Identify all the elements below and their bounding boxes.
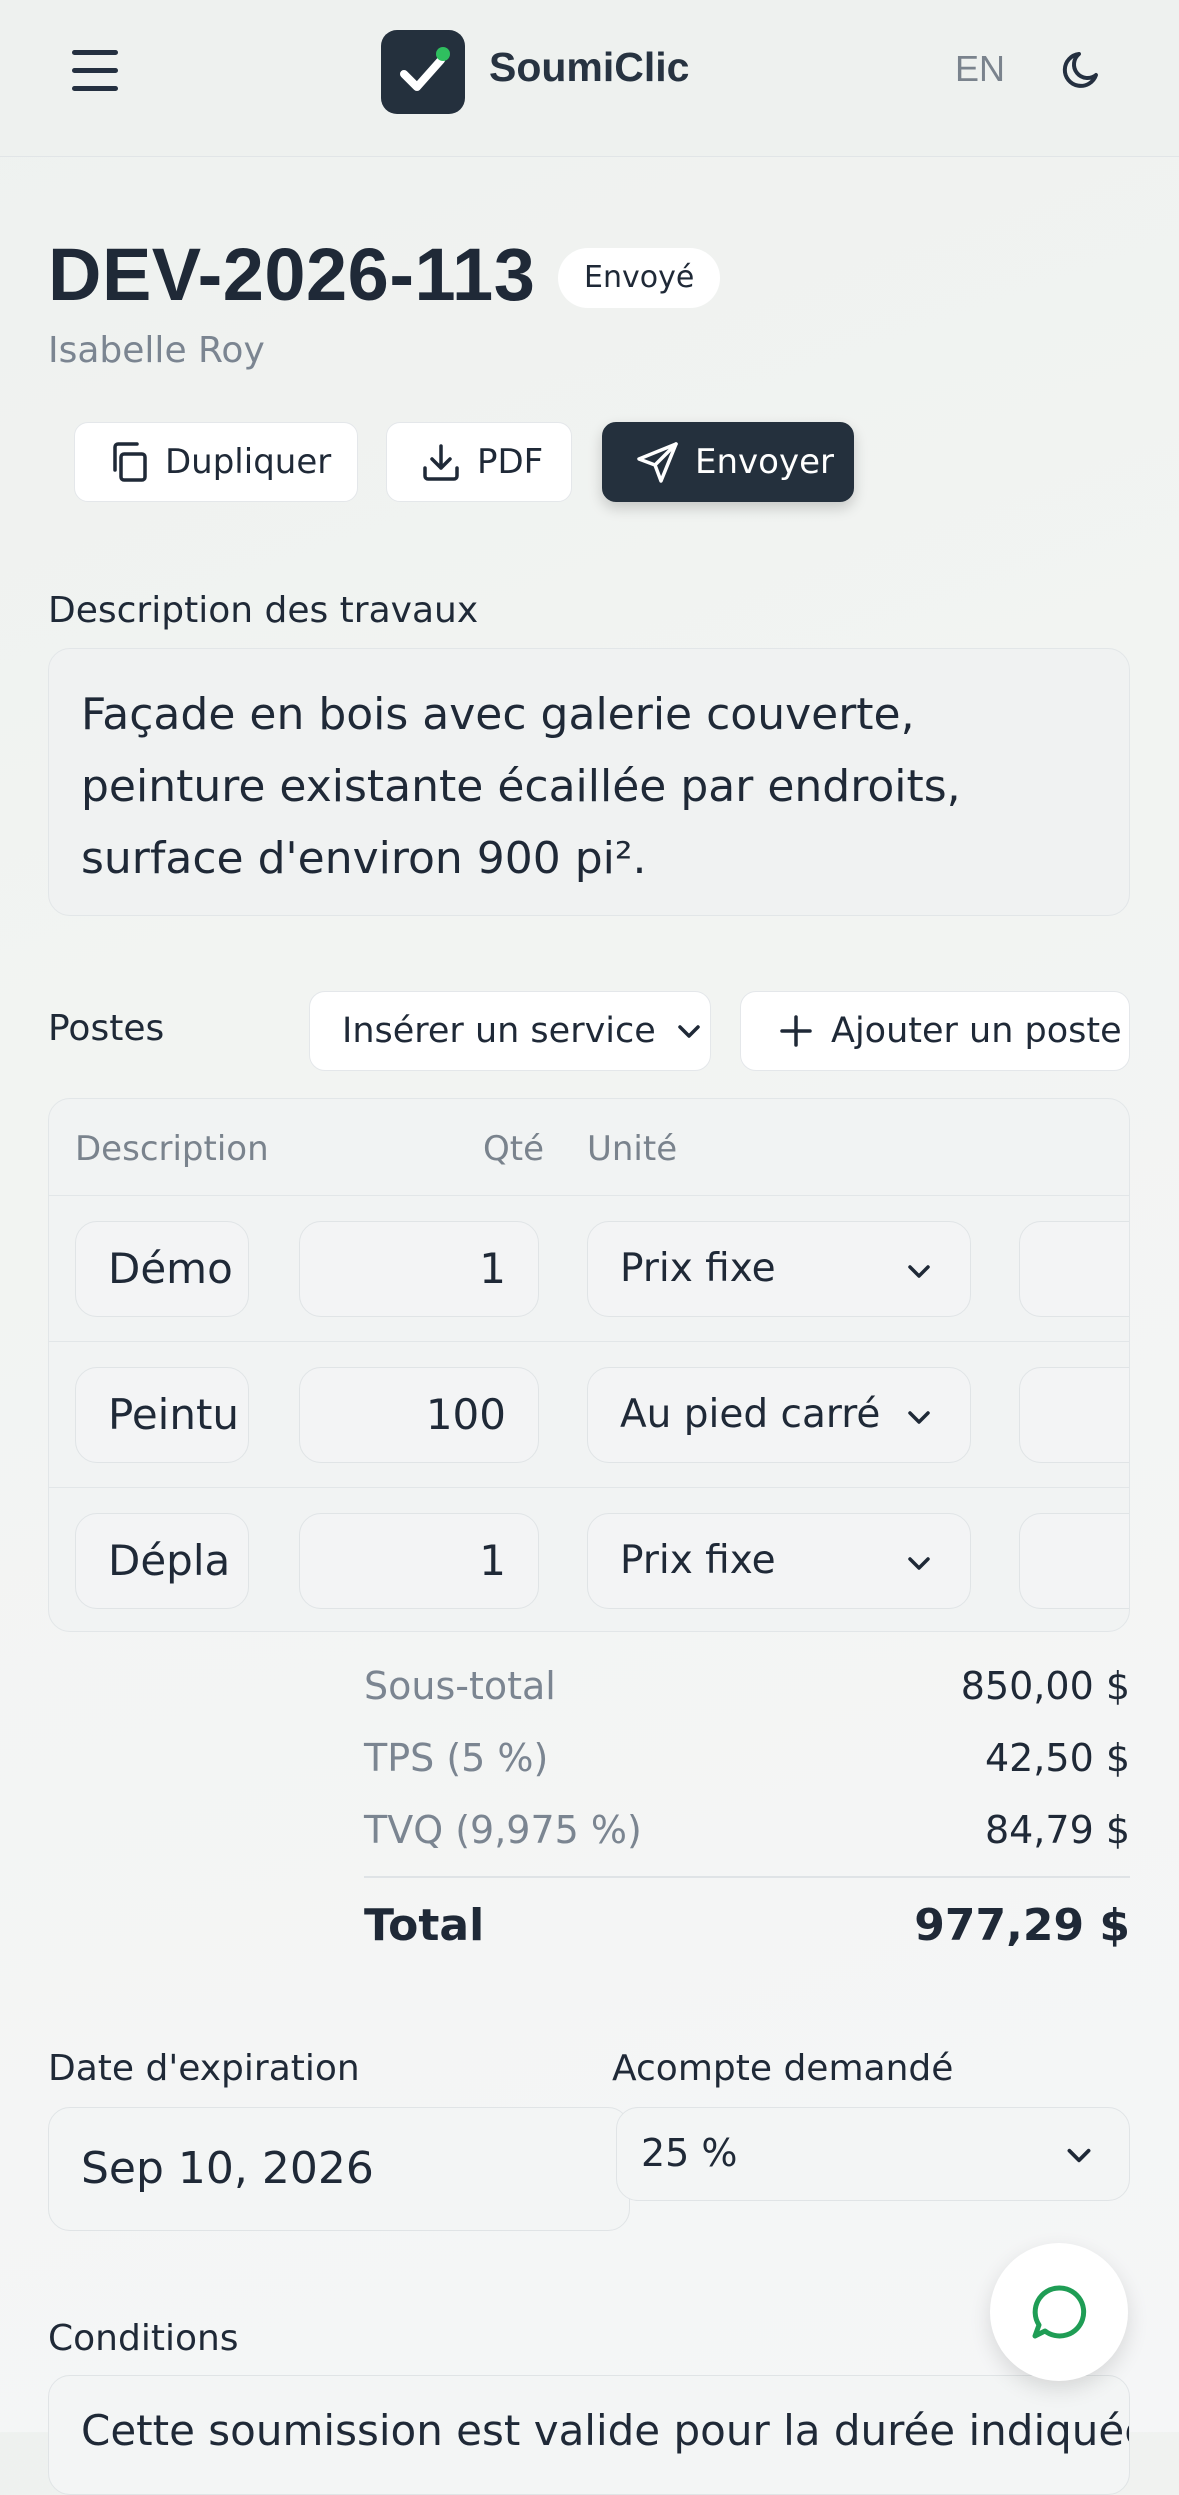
deposit-select[interactable]: 25 % <box>616 2107 1130 2201</box>
add-item-label: Ajouter un poste <box>831 1011 1122 1051</box>
item-qty-input[interactable]: 100 <box>299 1367 539 1463</box>
tps-value: 42,50 $ <box>984 1736 1130 1780</box>
send-label: Envoyer <box>695 442 834 482</box>
column-header-description: Description <box>75 1129 269 1169</box>
item-description-input[interactable]: Démo <box>75 1221 249 1317</box>
item-unit-select[interactable]: Prix fixe <box>587 1221 971 1317</box>
item-price-input[interactable] <box>1019 1367 1129 1463</box>
quote-number: DEV-2026-113 <box>48 233 536 316</box>
add-item-button[interactable]: Ajouter un poste <box>740 991 1130 1071</box>
item-unit-value: Prix fixe <box>620 1246 776 1291</box>
chat-bubble-icon <box>1032 2285 1087 2339</box>
chevron-down-icon <box>908 1557 930 1570</box>
conditions-textarea[interactable]: Cette soumission est valide pour la duré… <box>48 2375 1130 2495</box>
duplicate-button[interactable]: Dupliquer <box>74 422 358 502</box>
item-unit-value: Prix fixe <box>620 1538 776 1583</box>
chat-button[interactable] <box>990 2243 1128 2381</box>
item-unit-select[interactable]: Prix fixe <box>587 1513 971 1609</box>
column-header-unit: Unité <box>587 1129 678 1169</box>
top-app-bar: SoumiClic EN <box>0 0 1179 157</box>
send-icon <box>637 442 678 483</box>
client-name: Isabelle Roy <box>48 330 265 371</box>
table-row: Démo 1 Prix fixe <box>49 1195 1129 1341</box>
insert-service-dropdown[interactable]: Insérer un service <box>309 991 711 1071</box>
item-unit-value: Au pied carré <box>620 1392 881 1437</box>
tvq-label: TVQ (9,975 %) <box>364 1808 642 1852</box>
total-label: Total <box>364 1900 485 1951</box>
items-label: Postes <box>48 1008 165 1049</box>
insert-service-label: Insérer un service <box>342 1011 656 1051</box>
conditions-label: Conditions <box>48 2318 239 2359</box>
send-button[interactable]: Envoyer <box>602 422 854 502</box>
status-badge: Envoyé <box>558 248 721 308</box>
pdf-button[interactable]: PDF <box>386 422 572 502</box>
pdf-label: PDF <box>477 442 544 482</box>
menu-icon[interactable] <box>72 50 120 92</box>
chevron-down-icon <box>678 1025 700 1038</box>
column-header-qty: Qté <box>483 1129 545 1169</box>
duplicate-label: Dupliquer <box>165 442 332 482</box>
copy-icon <box>113 442 147 482</box>
status-dot <box>436 47 450 61</box>
tps-label: TPS (5 %) <box>364 1736 549 1780</box>
chevron-down-icon <box>1067 2148 1091 2163</box>
description-textarea[interactable]: Façade en bois avec galerie couverte, pe… <box>48 648 1130 916</box>
item-qty-input[interactable]: 1 <box>299 1513 539 1609</box>
subtotal-label: Sous-total <box>364 1664 556 1708</box>
item-unit-select[interactable]: Au pied carré <box>587 1367 971 1463</box>
item-price-input[interactable] <box>1019 1513 1129 1609</box>
chevron-down-icon <box>908 1411 930 1424</box>
subtotal-value: 850,00 $ <box>960 1664 1130 1708</box>
items-table: Description Qté Unité Démo 1 Prix fixe P… <box>48 1098 1130 1632</box>
deposit-label: Acompte demandé <box>612 2048 954 2089</box>
chevron-down-icon <box>908 1265 930 1278</box>
item-qty-input[interactable]: 1 <box>299 1221 539 1317</box>
download-icon <box>423 444 459 481</box>
tvq-value: 84,79 $ <box>984 1808 1130 1852</box>
check-logo-icon <box>381 30 465 114</box>
expiration-label: Date d'expiration <box>48 2048 360 2089</box>
item-description-input[interactable]: Peintu <box>75 1367 249 1463</box>
plus-icon <box>780 1015 812 1047</box>
table-row: Peintu 100 Au pied carré <box>49 1341 1129 1487</box>
table-row: Dépla 1 Prix fixe <box>49 1487 1129 1631</box>
language-toggle[interactable]: EN <box>955 48 1005 90</box>
description-label: Description des travaux <box>48 590 479 631</box>
expiration-date-input[interactable]: Sep 10, 2026 <box>48 2107 630 2231</box>
deposit-value: 25 % <box>641 2131 738 2175</box>
moon-icon[interactable] <box>1058 46 1106 94</box>
totals-divider <box>364 1876 1130 1878</box>
total-value: 977,29 $ <box>914 1900 1130 1951</box>
item-price-input[interactable] <box>1019 1221 1129 1317</box>
item-description-input[interactable]: Dépla <box>75 1513 249 1609</box>
brand-name: SoumiClic <box>489 44 690 90</box>
